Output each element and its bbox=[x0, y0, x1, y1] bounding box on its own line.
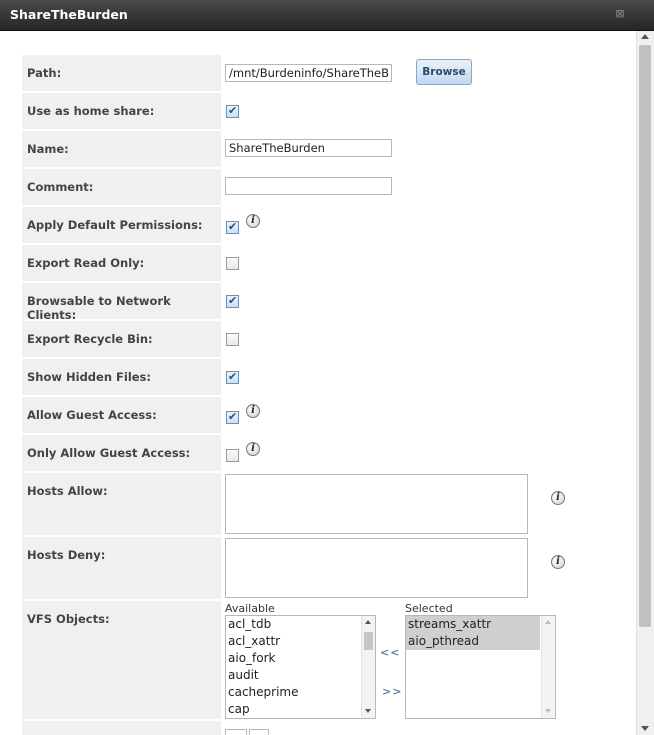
hidden-files-label: Show Hidden Files: bbox=[22, 359, 221, 395]
hosts-allow-row: Hosts Allow: i bbox=[22, 473, 622, 535]
hosts-allow-textarea[interactable] bbox=[225, 474, 528, 534]
available-list-scrollbar[interactable] bbox=[361, 616, 375, 718]
hidden-files-row: Show Hidden Files: ✔ bbox=[22, 359, 622, 395]
guest-only-label: Only Allow Guest Access: bbox=[22, 435, 221, 471]
info-icon[interactable]: i bbox=[246, 442, 260, 456]
list-item[interactable]: cap bbox=[226, 701, 375, 718]
scroll-down-icon[interactable] bbox=[641, 726, 649, 731]
default-permissions-label: Apply Default Permissions: bbox=[22, 207, 221, 243]
path-label: Path: bbox=[22, 55, 221, 91]
list-item[interactable]: acl_tdb bbox=[226, 616, 375, 633]
list-item[interactable]: streams_xattr bbox=[406, 616, 540, 633]
selected-list-scrollbar[interactable] bbox=[541, 616, 555, 718]
list-item[interactable]: audit bbox=[226, 667, 375, 684]
guest-access-checkbox[interactable]: ✔ bbox=[226, 410, 239, 424]
check-icon: ✔ bbox=[228, 410, 238, 423]
scroll-down-icon[interactable] bbox=[365, 709, 371, 713]
info-icon[interactable]: i bbox=[551, 491, 565, 505]
default-permissions-checkbox[interactable]: ✔ bbox=[226, 220, 239, 234]
home-share-label: Use as home share: bbox=[22, 93, 221, 129]
read-only-label: Export Read Only: bbox=[22, 245, 221, 281]
default-permissions-row: Apply Default Permissions: ✔ i bbox=[22, 207, 622, 243]
partial-input-2[interactable] bbox=[249, 729, 269, 735]
list-item[interactable]: aio_fork bbox=[226, 650, 375, 667]
partial-input[interactable] bbox=[225, 729, 247, 735]
check-icon: ✔ bbox=[228, 294, 238, 307]
guest-only-row: Only Allow Guest Access: i bbox=[22, 435, 622, 471]
vfs-objects-row: VFS Objects: Available Selected acl_tdb … bbox=[22, 601, 622, 719]
list-item[interactable]: acl_xattr bbox=[226, 633, 375, 650]
path-input[interactable]: /mnt/Burdeninfo/ShareTheB bbox=[225, 64, 392, 82]
guest-access-label: Allow Guest Access: bbox=[22, 397, 221, 433]
home-share-checkbox[interactable]: ✔ bbox=[226, 104, 239, 118]
scroll-up-icon[interactable] bbox=[545, 620, 551, 624]
info-icon[interactable]: i bbox=[551, 555, 565, 569]
info-icon[interactable]: i bbox=[246, 214, 260, 228]
hosts-deny-textarea[interactable] bbox=[225, 538, 528, 598]
check-icon: ✔ bbox=[228, 104, 238, 117]
name-row: Name: ShareTheBurden bbox=[22, 131, 622, 167]
recycle-bin-checkbox[interactable] bbox=[226, 333, 239, 346]
path-row: Path: /mnt/Burdeninfo/ShareTheB bbox=[22, 55, 622, 91]
info-icon[interactable]: i bbox=[246, 404, 260, 418]
vfs-selected-items: streams_xattr aio_pthread bbox=[406, 616, 540, 650]
dialog-titlebar: ShareTheBurden ⊠ bbox=[0, 0, 654, 31]
comment-row: Comment: bbox=[22, 169, 622, 205]
move-left-button[interactable]: << bbox=[380, 646, 400, 659]
browsable-label: Browsable to Network Clients: bbox=[22, 283, 221, 322]
hosts-deny-label: Hosts Deny: bbox=[22, 537, 221, 599]
read-only-row: Export Read Only: bbox=[22, 245, 622, 281]
vfs-objects-label: VFS Objects: bbox=[22, 601, 221, 719]
move-right-button[interactable]: >> bbox=[382, 685, 402, 698]
scroll-down-icon[interactable] bbox=[545, 709, 551, 713]
vfs-available-items: acl_tdb acl_xattr aio_fork audit cachepr… bbox=[226, 616, 375, 718]
comment-label: Comment: bbox=[22, 169, 221, 205]
recycle-bin-row: Export Recycle Bin: bbox=[22, 321, 622, 357]
dialog-content: Path: /mnt/Burdeninfo/ShareTheB Use as h… bbox=[0, 31, 636, 735]
scroll-thumb[interactable] bbox=[639, 45, 651, 627]
name-label: Name: bbox=[22, 131, 221, 167]
guest-only-checkbox[interactable] bbox=[226, 449, 239, 462]
next-row-partial bbox=[22, 721, 622, 735]
recycle-bin-label: Export Recycle Bin: bbox=[22, 321, 221, 357]
name-input[interactable]: ShareTheBurden bbox=[225, 139, 392, 157]
check-icon: ✔ bbox=[228, 370, 238, 383]
home-share-row: Use as home share: ✔ bbox=[22, 93, 622, 129]
browse-button[interactable]: Browse bbox=[416, 59, 472, 85]
scroll-thumb[interactable] bbox=[364, 632, 373, 650]
check-icon: ✔ bbox=[228, 220, 238, 233]
dialog-title: ShareTheBurden bbox=[10, 7, 128, 22]
hosts-deny-row: Hosts Deny: i bbox=[22, 537, 622, 599]
next-row-label bbox=[22, 721, 221, 735]
hosts-allow-label: Hosts Allow: bbox=[22, 473, 221, 535]
vfs-selected-list[interactable]: streams_xattr aio_pthread bbox=[405, 615, 556, 719]
read-only-checkbox[interactable] bbox=[226, 257, 239, 270]
vfs-available-list[interactable]: acl_tdb acl_xattr aio_fork audit cachepr… bbox=[225, 615, 376, 719]
selected-caption: Selected bbox=[405, 602, 453, 615]
guest-access-row: Allow Guest Access: ✔ i bbox=[22, 397, 622, 433]
list-item[interactable]: cacheprime bbox=[226, 684, 375, 701]
hidden-files-checkbox[interactable]: ✔ bbox=[226, 370, 239, 384]
list-item[interactable]: aio_pthread bbox=[406, 633, 540, 650]
browsable-checkbox[interactable]: ✔ bbox=[226, 294, 239, 308]
available-caption: Available bbox=[225, 602, 275, 615]
comment-input[interactable] bbox=[225, 177, 392, 195]
scroll-up-icon[interactable] bbox=[365, 620, 371, 624]
scroll-up-icon[interactable] bbox=[641, 34, 649, 39]
dialog-scrollbar[interactable] bbox=[636, 31, 654, 735]
browsable-row: Browsable to Network Clients: ✔ bbox=[22, 283, 622, 322]
close-icon[interactable]: ⊠ bbox=[614, 8, 626, 20]
